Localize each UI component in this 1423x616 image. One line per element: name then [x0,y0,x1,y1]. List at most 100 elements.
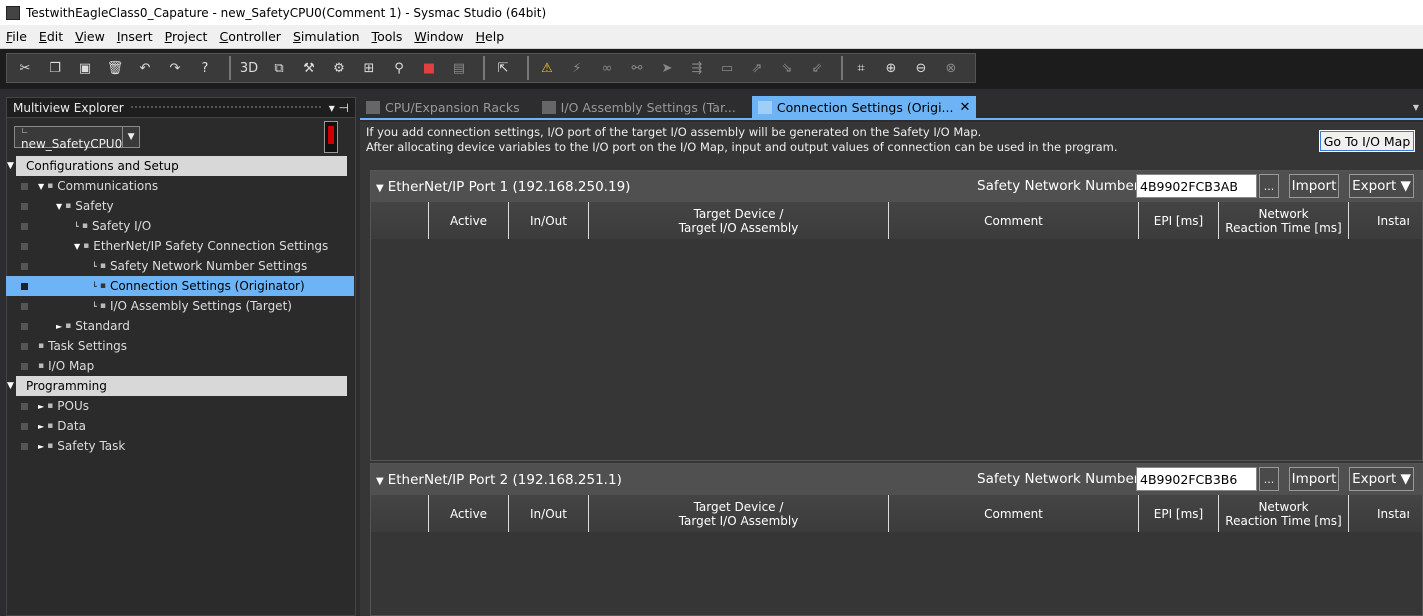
monitor-icon[interactable]: ▤ [447,57,471,79]
column-header[interactable]: EPI [ms] [1139,202,1219,239]
browse-button[interactable]: ... [1259,174,1279,198]
expand-icon[interactable]: ► [38,422,44,431]
cut-icon[interactable]: ✂ [13,57,37,79]
reset-icon[interactable]: ▭ [715,57,739,79]
tree-item[interactable]: ► ▪ Data [6,416,354,436]
copy-icon[interactable]: ❐ [43,57,67,79]
unlink-icon[interactable]: ⚯ [625,57,649,79]
menu-item[interactable]: Tools [366,29,409,44]
menu-item[interactable]: Controller [213,29,287,44]
force-off-icon[interactable]: ⇙ [805,57,829,79]
import-button[interactable]: Import [1289,467,1339,491]
expand-icon[interactable]: ► [56,322,62,331]
editor-tab[interactable]: CPU/Expansion Racks [360,96,526,118]
stop-icon[interactable]: ■ [417,57,441,79]
column-header[interactable]: In/Out [509,202,589,239]
editor-tab[interactable]: I/O Assembly Settings (Tar... [536,96,742,118]
force-on-icon[interactable]: ⇘ [775,57,799,79]
build-icon[interactable]: ⚒ [297,57,321,79]
tree-item[interactable]: ▼ ▪ EtherNet/IP Safety Connection Settings [6,236,354,256]
tree-item[interactable]: ▪ Task Settings [6,336,354,356]
close-icon[interactable]: ✕ [959,100,970,115]
tree-item[interactable]: ► ▪ Standard [6,316,354,336]
tree-item[interactable]: ► ▪ Safety Task [6,436,354,456]
tree-item[interactable]: ► ▪ POUs [6,396,354,416]
tree-item[interactable]: ▼ ▪ Safety [6,196,354,216]
window-icon[interactable]: ⧉ [267,57,291,79]
export-button[interactable]: Export ▼ [1349,174,1414,198]
paste-icon[interactable]: ▣ [73,57,97,79]
redo-icon[interactable]: ↷ [163,57,187,79]
expand-icon[interactable]: ▼ [7,381,14,391]
menu-item[interactable]: Insert [111,29,159,44]
menu-item[interactable]: Help [470,29,511,44]
undo-icon[interactable]: ↶ [133,57,157,79]
import-button[interactable]: Import [1289,174,1339,198]
column-header[interactable]: EPI [ms] [1139,495,1219,532]
link-icon[interactable]: ∞ [595,57,619,79]
menu-item[interactable]: File [0,29,33,44]
column-header[interactable]: Target Device / Target I/O Assembly [589,495,889,532]
column-header[interactable] [371,202,429,239]
column-header[interactable]: In/Out [509,495,589,532]
clear-warning-icon[interactable]: ⚡ [565,57,589,79]
column-header[interactable]: Comment [889,202,1139,239]
menu-item[interactable]: Project [159,29,214,44]
column-header[interactable]: Active [429,202,509,239]
expand-icon[interactable]: ▼ [74,242,80,251]
zoom-in-icon[interactable]: ⊕ [879,57,903,79]
connection-table-body[interactable] [371,532,1422,615]
tree-item[interactable]: └ ▪ Safety I/O [6,216,354,236]
zoom-out-icon[interactable]: ⊖ [909,57,933,79]
tree-item[interactable]: ▼ ▪ Communications [6,176,354,196]
collapse-icon[interactable]: ▼ [376,476,384,487]
browse-button[interactable]: ... [1259,467,1279,491]
network-icon[interactable]: ⊞ [357,57,381,79]
pin-icon[interactable]: ▾ ⊣ [329,101,349,115]
tree-item[interactable]: └ ▪ I/O Assembly Settings (Target) [6,296,354,316]
chevron-down-icon[interactable]: ▼ [122,127,139,147]
expand-icon[interactable]: ▼ [56,202,62,211]
menu-item[interactable]: Simulation [287,29,366,44]
export-button[interactable]: Export ▼ [1349,467,1414,491]
menu-item[interactable]: Edit [33,29,69,44]
column-header[interactable] [371,495,429,532]
expand-icon[interactable]: ▼ [7,161,14,171]
column-header[interactable]: Network Reaction Time [ms] [1219,495,1349,532]
device-dropdown[interactable]: ∟ new_SafetyCPU0 ▼ [14,126,140,151]
expand-icon[interactable]: ► [38,442,44,451]
tree-item[interactable]: └ ▪ Connection Settings (Originator) [6,276,354,296]
tree-section[interactable]: ▼ Programming [7,376,347,396]
safety-network-number-field[interactable]: 4B9902FCB3AB [1136,174,1257,198]
help-icon[interactable]: ? [193,57,217,79]
column-header[interactable]: Instar [1349,495,1409,532]
delete-icon[interactable]: 🗑 [103,57,127,79]
3d-view-icon[interactable]: 3D [237,57,261,79]
expand-icon[interactable]: ► [38,402,44,411]
tree-item[interactable]: └ ▪ Safety Network Number Settings [6,256,354,276]
online-icon[interactable]: ⇱ [491,57,515,79]
port-title[interactable]: ▼ EtherNet/IP Port 2 (192.168.251.1) [371,472,622,488]
go-to-io-map-button[interactable]: Go To I/O Map [1319,130,1415,152]
menu-item[interactable]: View [69,29,111,44]
safety-network-number-field[interactable]: 4B9902FCB3B6 [1136,467,1257,491]
menu-item[interactable]: Window [408,29,469,44]
force-icon[interactable]: ⇗ [745,57,769,79]
rebuild-icon[interactable]: ⚙ [327,57,351,79]
explorer-grip[interactable] [129,105,323,110]
column-header[interactable]: Comment [889,495,1139,532]
column-header[interactable]: Network Reaction Time [ms] [1219,202,1349,239]
port-title[interactable]: ▼ EtherNet/IP Port 1 (192.168.250.19) [371,179,630,195]
collapse-icon[interactable]: ▼ [376,183,384,194]
tab-list-dropdown-icon[interactable]: ▼ [1413,103,1419,112]
tree-item[interactable]: ▪ I/O Map [6,356,354,376]
connection-table-body[interactable] [371,239,1422,460]
column-header[interactable]: Active [429,495,509,532]
column-header[interactable]: Target Device / Target I/O Assembly [589,202,889,239]
warning-icon[interactable]: ⚠ [535,57,559,79]
binoculars-icon[interactable]: ⚲ [387,57,411,79]
tree-section[interactable]: ▼ Configurations and Setup [7,156,347,176]
expand-icon[interactable]: ▼ [38,182,44,191]
fit-icon[interactable]: ⌗ [849,57,873,79]
zoom-reset-icon[interactable]: ⊗ [939,57,963,79]
